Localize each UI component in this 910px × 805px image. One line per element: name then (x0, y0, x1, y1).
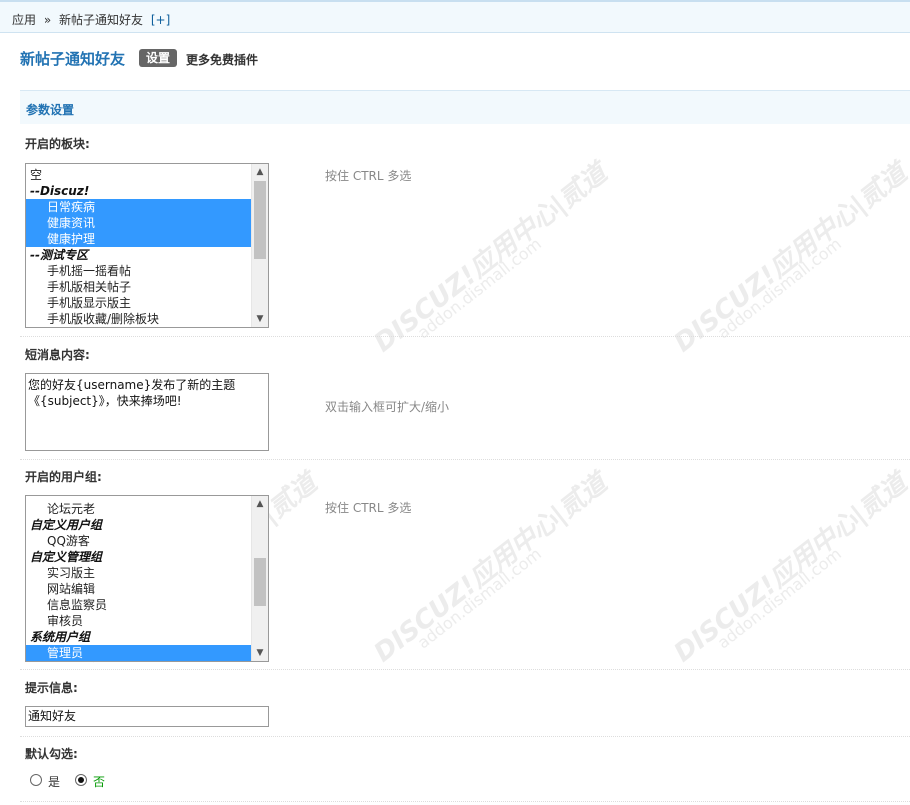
scroll-thumb[interactable] (254, 181, 266, 259)
listbox-option[interactable]: 信息监察员 (26, 597, 251, 613)
tab-settings[interactable]: 设置 (139, 49, 178, 67)
message-label: 短消息内容: (25, 348, 90, 362)
chevron-down-icon[interactable]: ▼ (252, 311, 268, 327)
breadcrumb-current: 新帖子通知好友 (59, 13, 144, 27)
listbox-option[interactable]: 论坛元老 (26, 501, 251, 517)
chevron-up-icon[interactable]: ▲ (252, 164, 268, 180)
add-shortcut-link[interactable]: [+] (151, 13, 170, 27)
radio-yes[interactable] (30, 774, 42, 786)
radio-no-label[interactable]: 否 (93, 773, 105, 790)
forums-multiselect[interactable]: 空 --Discuz! 日常疾病 健康资讯 健康护理 --测试专区 手机摇一摇看帖 手机版相关… (25, 163, 269, 328)
listbox-option[interactable]: 手机摇一摇看帖 (26, 263, 251, 279)
divider (20, 736, 910, 737)
forums-label: 开启的板块: (25, 137, 90, 151)
watermark: DISCUZ!应用中心|贰道addon.dismall.com (368, 468, 613, 669)
divider (20, 459, 910, 460)
watermark: DISCUZ!应用中心|贰道addon.dismall.com (668, 468, 910, 669)
listbox-option[interactable]: 健康资讯 (26, 215, 251, 231)
breadcrumb-bar: 应用 » 新帖子通知好友 [+] (0, 0, 910, 33)
usergroups-scrollbar[interactable]: ▲ ▼ (251, 496, 268, 661)
tip-input[interactable]: 通知好友 (25, 706, 269, 727)
forums-hint: 按住 CTRL 多选 (325, 169, 412, 183)
listbox-option[interactable]: 网站编辑 (26, 581, 251, 597)
usergroups-hint: 按住 CTRL 多选 (325, 501, 412, 515)
forums-scrollbar[interactable]: ▲ ▼ (251, 164, 268, 327)
listbox-option[interactable]: 健康护理 (26, 231, 251, 247)
listbox-group-header[interactable]: 系统用户组 (26, 629, 251, 645)
listbox-group-header[interactable]: --测试专区 (26, 247, 251, 263)
listbox-option[interactable]: 日常疾病 (26, 199, 251, 215)
listbox-option[interactable]: 管理员 (26, 645, 251, 661)
breadcrumb: 应用 » 新帖子通知好友 [+] (12, 11, 174, 28)
watermark: DISCUZ!应用中心|贰道addon.dismall.com (368, 158, 613, 359)
listbox-group-header[interactable]: 自定义用户组 (26, 517, 251, 533)
message-textarea[interactable]: 您的好友{username}发布了新的主题 《{subject}》，快来捧场吧! (25, 373, 269, 451)
listbox-group-header[interactable]: --Discuz! (26, 183, 251, 199)
divider (20, 669, 910, 670)
tip-label: 提示信息: (25, 681, 78, 695)
divider (20, 801, 910, 802)
usergroups-label: 开启的用户组: (25, 470, 102, 484)
divider (20, 336, 910, 337)
chevron-up-icon[interactable]: ▲ (252, 496, 268, 512)
radio-yes-label[interactable]: 是 (48, 773, 60, 790)
listbox-option[interactable]: 审核员 (26, 613, 251, 629)
watermark: DISCUZ!应用中心|贰道addon.dismall.com (668, 158, 910, 359)
breadcrumb-root-link[interactable]: 应用 (12, 13, 36, 27)
radio-no[interactable] (75, 774, 87, 786)
scroll-thumb[interactable] (254, 558, 266, 606)
listbox-option[interactable]: 手机版相关帖子 (26, 279, 251, 295)
more-plugins-link[interactable]: 更多免费插件 (186, 51, 258, 68)
message-hint: 双击输入框可扩大/缩小 (325, 400, 450, 414)
usergroups-multiselect[interactable]: 论坛元老 自定义用户组 QQ游客 自定义管理组 实习版主 网站编辑 信息监察员 审核员 系统用户… (25, 495, 269, 662)
chevron-down-icon[interactable]: ▼ (252, 645, 268, 661)
section-header: 参数设置 (20, 90, 910, 124)
listbox-group-header[interactable]: 自定义管理组 (26, 549, 251, 565)
listbox-option[interactable]: 实习版主 (26, 565, 251, 581)
section-title: 参数设置 (26, 103, 75, 117)
listbox-option[interactable]: 空 (26, 167, 251, 183)
listbox-option[interactable]: 手机版显示版主 (26, 295, 251, 311)
breadcrumb-separator: » (43, 13, 52, 27)
default-check-label: 默认勾选: (25, 747, 78, 761)
listbox-option[interactable]: 手机版收藏/删除板块 (26, 311, 251, 327)
page-title: 新帖子通知好友 (20, 50, 126, 68)
listbox-option[interactable]: QQ游客 (26, 533, 251, 549)
